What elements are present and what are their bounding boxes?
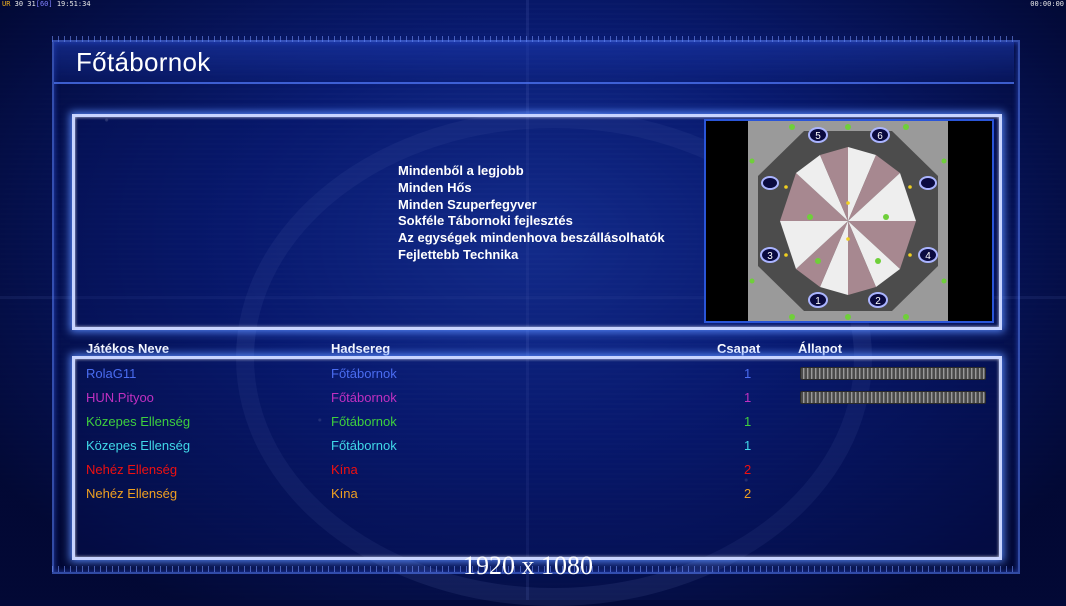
start-position-6: 6 xyxy=(877,131,883,142)
player-team[interactable]: 1 xyxy=(744,438,751,453)
player-army[interactable]: Főtábornok xyxy=(331,366,397,381)
player-name[interactable]: RolaG11 xyxy=(86,366,136,381)
player-list-panel xyxy=(72,356,1002,560)
player-name[interactable]: Nehéz Ellenség xyxy=(86,462,177,477)
description-line: Sokféle Tábornoki fejlesztés xyxy=(398,213,573,229)
player-team[interactable]: 1 xyxy=(744,390,751,405)
column-header-army: Hadsereg xyxy=(331,341,391,356)
description-line: Mindenből a legjobb xyxy=(398,163,524,178)
column-header-team: Csapat xyxy=(717,341,761,356)
description-line: Az egységek mindenhova beszállásolhatók xyxy=(398,230,665,246)
player-team[interactable]: 2 xyxy=(744,486,751,501)
status-fps: [60] xyxy=(35,0,53,8)
player-status-bar xyxy=(800,367,986,380)
player-team[interactable]: 1 xyxy=(744,414,751,429)
player-name[interactable]: Közepes Ellenség xyxy=(86,438,190,453)
description-line: Minden Hős xyxy=(398,179,472,195)
description-line: Fejlettebb Technika xyxy=(398,246,519,262)
player-army[interactable]: Kína xyxy=(331,486,358,501)
page-title: Főtábornok xyxy=(76,47,211,77)
column-header-status: Állapot xyxy=(798,341,843,356)
player-name[interactable]: Közepes Ellenség xyxy=(86,414,190,429)
resolution-label: 1920 x 1080 xyxy=(463,551,593,580)
status-clock: 19:51:34 xyxy=(56,0,91,8)
status-left: UR 30 31[60] 19:51:34 xyxy=(2,0,91,9)
player-status-bar xyxy=(800,391,986,404)
player-army[interactable]: Főtábornok xyxy=(331,414,397,429)
status-ur: UR xyxy=(2,0,11,8)
status-stats: 30 31 xyxy=(14,0,36,8)
map-start-markers: 5 6 3 4 1 2 xyxy=(760,127,938,308)
description-line: Minden Szuperfegyver xyxy=(398,196,537,212)
status-timer: 00:00:00 xyxy=(1030,0,1064,8)
start-position-1: 1 xyxy=(815,296,821,307)
player-name[interactable]: Nehéz Ellenség xyxy=(86,486,177,501)
player-team[interactable]: 2 xyxy=(744,462,751,477)
general-description: Mindenből a legjobb Minden Hős Minden Sz… xyxy=(398,163,665,264)
player-team[interactable]: 1 xyxy=(744,366,751,381)
player-army[interactable]: Kína xyxy=(331,462,358,477)
player-army[interactable]: Főtábornok xyxy=(331,438,397,453)
column-header-player: Játékos Neve xyxy=(86,341,170,356)
start-position-3: 3 xyxy=(767,251,773,262)
player-army[interactable]: Főtábornok xyxy=(331,390,397,405)
status-bar: UR 30 31[60] 19:51:34 00:00:00 xyxy=(0,0,1066,9)
map-preview[interactable]: 5 6 3 4 1 2 xyxy=(704,119,994,323)
start-position-2: 2 xyxy=(875,296,881,307)
player-name[interactable]: HUN.Pityoo xyxy=(86,390,154,405)
start-position-5: 5 xyxy=(815,131,821,142)
start-position-4: 4 xyxy=(925,251,931,262)
